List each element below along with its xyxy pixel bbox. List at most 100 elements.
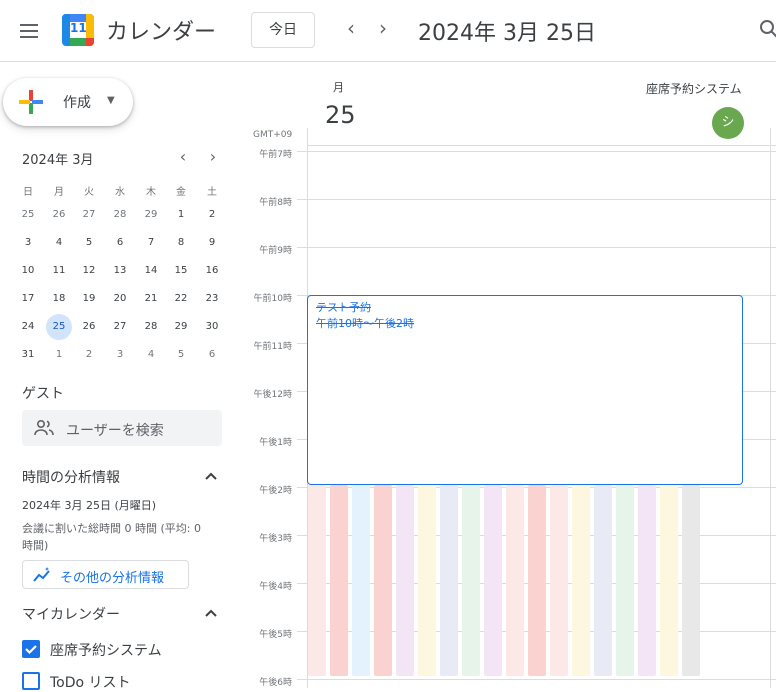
hour-label: 午後4時 bbox=[242, 579, 292, 592]
calendar-checkbox-todo[interactable] bbox=[22, 672, 40, 690]
mini-calendar-day[interactable]: 18 bbox=[46, 286, 72, 312]
mini-calendar-day[interactable]: 22 bbox=[168, 286, 194, 312]
hour-label: 午前8時 bbox=[242, 195, 292, 208]
mini-prev-month-button[interactable]: ‹ bbox=[172, 147, 194, 169]
timezone-label: GMT+09 bbox=[253, 130, 292, 140]
mini-calendar-day[interactable]: 16 bbox=[199, 258, 225, 284]
calendar-label-todo: ToDo リスト bbox=[50, 672, 131, 692]
mini-calendar-day[interactable]: 3 bbox=[107, 342, 133, 368]
mini-calendar-day[interactable]: 31 bbox=[15, 342, 41, 368]
event-title: テスト予約 bbox=[316, 299, 371, 315]
hour-label: 午後6時 bbox=[242, 675, 292, 688]
mini-calendar-day[interactable]: 27 bbox=[76, 202, 102, 228]
next-period-button[interactable]: › bbox=[371, 17, 395, 41]
mini-calendar-day[interactable]: 25 bbox=[15, 202, 41, 228]
mini-next-month-button[interactable]: › bbox=[202, 147, 224, 169]
mini-calendar-day[interactable]: 2 bbox=[76, 342, 102, 368]
mini-calendar-day[interactable]: 19 bbox=[76, 286, 102, 312]
mini-calendar-day[interactable]: 26 bbox=[46, 202, 72, 228]
search-users-field[interactable]: ユーザーを検索 bbox=[22, 410, 222, 446]
main-menu-icon[interactable] bbox=[14, 17, 44, 45]
mini-calendar-day[interactable]: 2 bbox=[199, 202, 225, 228]
mini-calendar-day[interactable]: 5 bbox=[76, 230, 102, 256]
create-label: 作成 bbox=[63, 92, 91, 112]
mini-calendar-day[interactable]: 14 bbox=[138, 258, 164, 284]
hour-label: 午後2時 bbox=[242, 483, 292, 496]
hour-label: 午後3時 bbox=[242, 531, 292, 544]
mini-calendar-day[interactable]: 13 bbox=[107, 258, 133, 284]
create-button[interactable]: 作成 ▼ bbox=[3, 78, 133, 126]
mini-calendar-day[interactable]: 25 bbox=[46, 314, 72, 340]
mini-calendar-day[interactable]: 7 bbox=[138, 230, 164, 256]
mini-calendar-day[interactable]: 27 bbox=[107, 314, 133, 340]
event-time: 午前10時～午後2時 bbox=[316, 315, 414, 331]
availability-stripe bbox=[330, 485, 348, 676]
chevron-up-icon[interactable] bbox=[201, 603, 221, 623]
weekday-label: 金 bbox=[166, 183, 196, 198]
more-analytics-button[interactable]: その他の分析情報 bbox=[22, 560, 189, 589]
mini-calendar-day[interactable]: 1 bbox=[168, 202, 194, 228]
availability-stripe bbox=[572, 485, 590, 676]
hour-label: 午前7時 bbox=[242, 147, 292, 160]
weekday-label: 日 bbox=[13, 183, 43, 198]
mini-calendar-day[interactable]: 1 bbox=[46, 342, 72, 368]
day-number[interactable]: 25 bbox=[325, 101, 356, 129]
mini-calendar-day[interactable]: 28 bbox=[107, 202, 133, 228]
mini-calendar-day[interactable]: 9 bbox=[199, 230, 225, 256]
availability-stripe bbox=[484, 485, 502, 676]
mini-calendar-day[interactable]: 4 bbox=[46, 230, 72, 256]
mini-calendar-day[interactable]: 20 bbox=[107, 286, 133, 312]
mini-calendar-day[interactable]: 29 bbox=[168, 314, 194, 340]
availability-stripe bbox=[352, 485, 370, 676]
mini-calendar-day[interactable]: 6 bbox=[107, 230, 133, 256]
mini-calendar-day[interactable]: 3 bbox=[15, 230, 41, 256]
analytics-heading: 時間の分析情報 bbox=[22, 467, 120, 487]
hour-label: 午前10時 bbox=[242, 291, 292, 304]
mini-calendar-day[interactable]: 24 bbox=[15, 314, 41, 340]
mini-calendar-day[interactable]: 17 bbox=[15, 286, 41, 312]
analytics-date: 2024年 3月 25日 (月曜日) bbox=[22, 497, 156, 513]
caret-down-icon: ▼ bbox=[107, 95, 115, 106]
hour-label: 午後12時 bbox=[242, 387, 292, 400]
mini-calendar-day[interactable]: 15 bbox=[168, 258, 194, 284]
hour-gridline bbox=[297, 679, 776, 680]
availability-stripe bbox=[374, 485, 392, 676]
hour-label: 午前11時 bbox=[242, 339, 292, 352]
hour-label: 午前9時 bbox=[242, 243, 292, 256]
more-analytics-label: その他の分析情報 bbox=[60, 567, 164, 586]
event-card[interactable]: テスト予約 午前10時～午後2時 bbox=[307, 295, 743, 485]
mini-calendar-day[interactable]: 4 bbox=[138, 342, 164, 368]
hour-label: 午後5時 bbox=[242, 627, 292, 640]
mini-calendar-day[interactable]: 30 bbox=[199, 314, 225, 340]
mini-calendar-day[interactable]: 28 bbox=[138, 314, 164, 340]
mini-calendar-day[interactable]: 21 bbox=[138, 286, 164, 312]
hour-gridline bbox=[297, 199, 776, 200]
mini-calendar-day[interactable]: 11 bbox=[46, 258, 72, 284]
today-button[interactable]: 今日 bbox=[251, 12, 315, 48]
logo-number: 11 bbox=[70, 21, 86, 35]
availability-stripe bbox=[550, 485, 568, 676]
mini-calendar-day[interactable]: 23 bbox=[199, 286, 225, 312]
search-users-placeholder: ユーザーを検索 bbox=[66, 420, 164, 440]
mini-calendar-day[interactable]: 29 bbox=[138, 202, 164, 228]
day-name: 月 bbox=[333, 79, 344, 95]
analytics-summary-line-2: 時間) bbox=[22, 537, 48, 553]
chevron-up-icon[interactable] bbox=[201, 466, 221, 486]
mini-calendar-day[interactable]: 8 bbox=[168, 230, 194, 256]
availability-stripe bbox=[308, 485, 326, 676]
insights-icon bbox=[33, 567, 51, 583]
mini-calendar-day[interactable]: 12 bbox=[76, 258, 102, 284]
prev-period-button[interactable]: ‹ bbox=[339, 17, 363, 41]
mini-calendar-day[interactable]: 26 bbox=[76, 314, 102, 340]
calendar-checkbox-seat-reservation[interactable] bbox=[22, 640, 40, 658]
avatar[interactable]: シ bbox=[712, 107, 744, 139]
mini-calendar-day[interactable]: 10 bbox=[15, 258, 41, 284]
mini-calendar-day[interactable]: 5 bbox=[168, 342, 194, 368]
hour-gridline bbox=[297, 151, 776, 152]
search-icon[interactable] bbox=[758, 18, 776, 40]
weekday-label: 木 bbox=[136, 183, 166, 198]
availability-stripe bbox=[418, 485, 436, 676]
top-app-bar: 11 カレンダー 今日 ‹ › 2024年 3月 25日 bbox=[0, 0, 776, 62]
mini-calendar-day[interactable]: 6 bbox=[199, 342, 225, 368]
availability-stripe bbox=[506, 485, 524, 676]
